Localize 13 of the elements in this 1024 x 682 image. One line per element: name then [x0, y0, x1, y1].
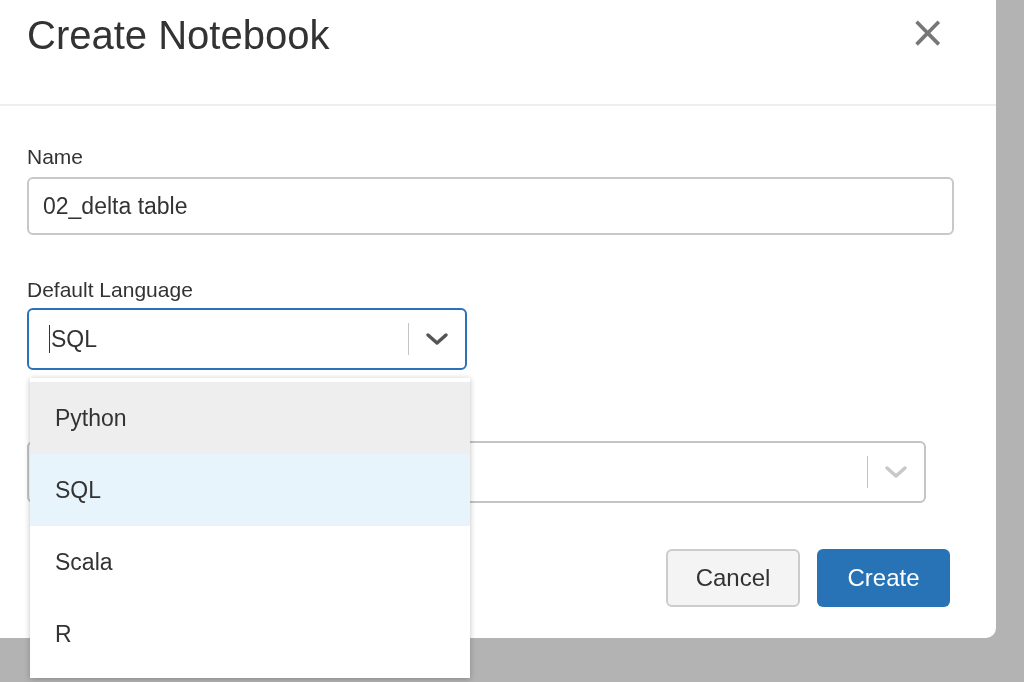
dropdown-option[interactable]: R [30, 598, 470, 670]
dialog-title: Create Notebook [27, 13, 330, 58]
field-label: Default Language [27, 277, 194, 303]
name-input[interactable]: 02_delta table [27, 177, 954, 235]
dropdown-option[interactable]: Scala [30, 526, 470, 598]
cancel-button[interactable]: Cancel [666, 549, 800, 607]
field-label: Name [27, 144, 85, 170]
chevron-down-icon [425, 332, 449, 346]
chevron-down-icon [884, 465, 908, 479]
dropdown-option[interactable]: Python [30, 382, 470, 454]
language-select[interactable]: SQL [27, 308, 467, 370]
create-button[interactable]: Create [817, 549, 950, 607]
dropdown-option[interactable]: SQL [30, 454, 470, 526]
